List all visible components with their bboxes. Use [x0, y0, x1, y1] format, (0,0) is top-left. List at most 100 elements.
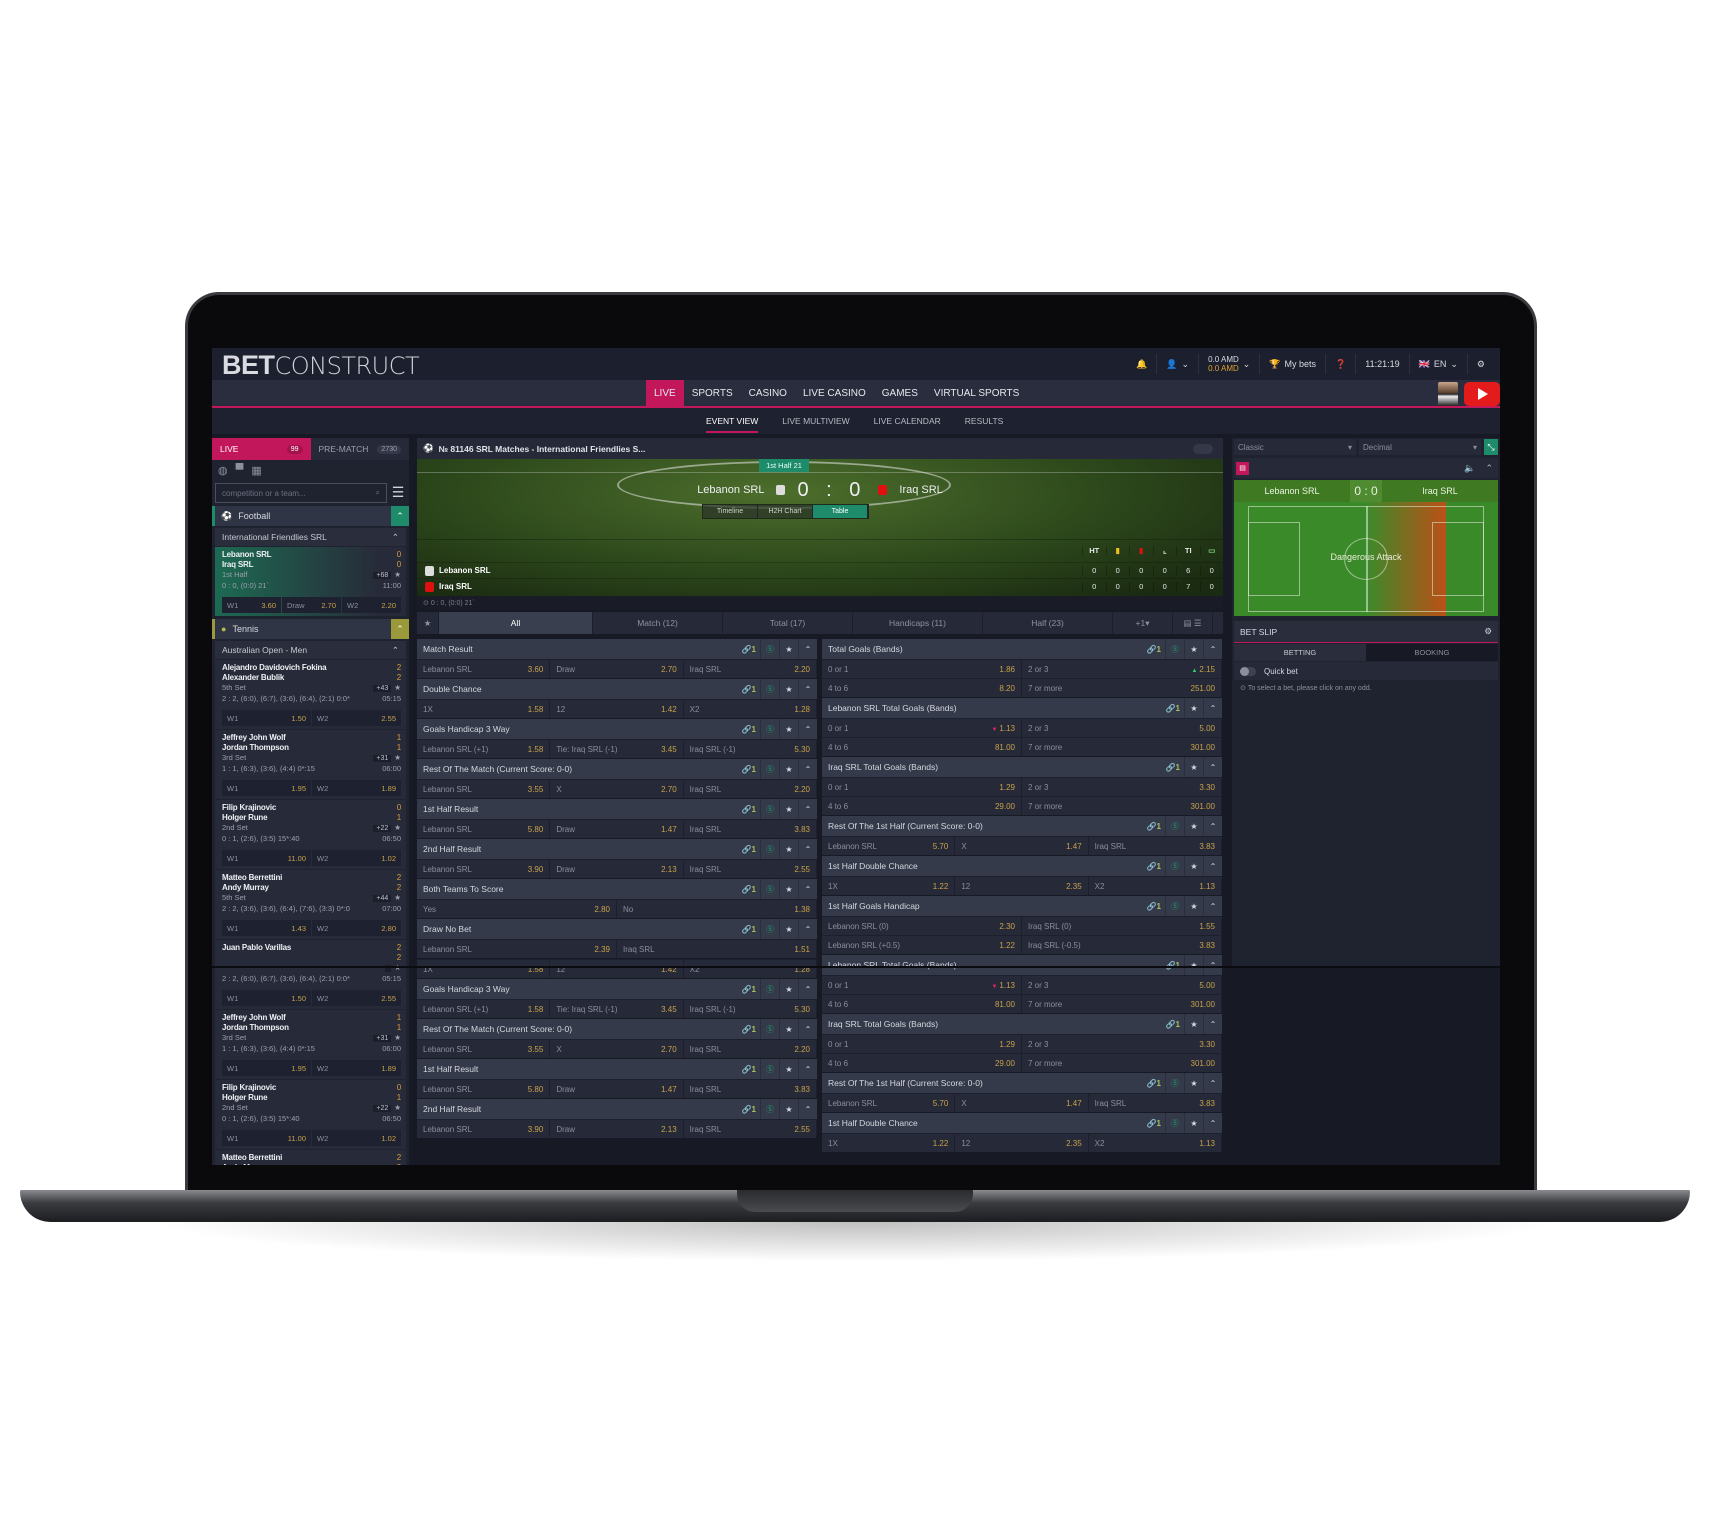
more-markets-badge[interactable]: +22 — [373, 825, 392, 832]
cashout-icon[interactable]: Ⓢ — [760, 919, 779, 939]
odd-button[interactable]: X2 1.28 — [684, 700, 817, 718]
cashout-icon[interactable]: Ⓢ — [760, 679, 779, 699]
more-markets-badge[interactable]: +31 — [373, 1035, 392, 1042]
more-markets-badge[interactable]: +22 — [373, 1105, 392, 1112]
view-select[interactable]: Classic ▾ — [1234, 439, 1356, 455]
star-icon[interactable]: ★ — [779, 1019, 798, 1039]
chevron-up-icon[interactable]: ⌃ — [798, 979, 817, 999]
chevron-up-icon[interactable]: ⌃ — [798, 1059, 817, 1079]
odd-button[interactable]: X2 1.13 — [1089, 1134, 1222, 1152]
odd-button[interactable]: Lebanon SRL 5.80 — [417, 1080, 551, 1098]
link-icon[interactable]: 🔗 1 — [742, 679, 760, 699]
odd-button[interactable]: W1 11.00 — [222, 1130, 311, 1146]
cashout-icon[interactable]: Ⓢ — [760, 1099, 779, 1119]
odd-button[interactable]: Lebanon SRL 5.70 — [822, 837, 956, 855]
odd-button[interactable]: 2 or 3 ▲ 2.15 — [1022, 660, 1222, 678]
star-icon[interactable]: ★ — [779, 759, 798, 779]
odd-button[interactable]: 4 to 6 29.00 — [822, 1054, 1022, 1072]
field-tab[interactable]: H2H Chart — [758, 505, 813, 518]
odd-button[interactable]: Iraq SRL (-1) 5.30 — [684, 1000, 817, 1018]
market-header[interactable]: Rest Of The Match (Current Score: 0-0) 🔗 1… — [417, 759, 817, 779]
odd-button[interactable]: W1 1.50 — [222, 990, 311, 1006]
odd-button[interactable]: 7 or more 301.00 — [1022, 1054, 1222, 1072]
tab-booking[interactable]: BOOKING — [1366, 644, 1498, 661]
chevron-up-icon[interactable]: ⌃ — [1203, 816, 1222, 836]
star-icon[interactable]: ★ — [1184, 1073, 1203, 1093]
chevron-up-icon[interactable]: ⌃ — [391, 619, 409, 639]
collapse-icon[interactable]: ⤡ — [1484, 439, 1498, 455]
star-icon[interactable]: ★ — [779, 919, 798, 939]
star-icon[interactable]: ★ — [1184, 1014, 1203, 1034]
odd-button[interactable]: Iraq SRL (-1) 5.30 — [684, 740, 817, 758]
star-icon[interactable]: ★ — [779, 679, 798, 699]
market-tab[interactable]: Total (17) — [723, 612, 853, 634]
star-icon[interactable]: ★ — [394, 683, 401, 692]
odd-button[interactable]: Draw 1.47 — [550, 1080, 684, 1098]
odd-button[interactable]: X2 1.13 — [1089, 877, 1222, 895]
odd-button[interactable]: 1X 1.22 — [822, 1134, 956, 1152]
more-markets-badge[interactable]: +31 — [373, 755, 392, 762]
chevron-up-icon[interactable]: ⌃ — [1203, 1073, 1222, 1093]
odd-button[interactable]: 4 to 6 8.20 — [822, 679, 1022, 697]
subnav-item[interactable]: EVENT VIEW — [694, 408, 770, 434]
odd-button[interactable]: W2 2.55 — [312, 990, 401, 1006]
odd-button[interactable]: Lebanon SRL 3.90 — [417, 1120, 551, 1138]
odd-button[interactable]: Lebanon SRL (+1) 1.58 — [417, 740, 551, 758]
chevron-up-icon[interactable]: ⌃ — [391, 506, 409, 526]
market-header[interactable]: Iraq SRL Total Goals (Bands) 🔗 1 ★ ⌃ — [822, 757, 1222, 777]
cashout-icon[interactable]: Ⓢ — [1165, 1073, 1184, 1093]
odd-button[interactable]: Iraq SRL 3.83 — [684, 1080, 817, 1098]
match-card[interactable]: Jeffrey John Wolf 1 Jordan Thompson 1 3rd Se… — [215, 1010, 406, 1079]
bell-icon[interactable]: 🔔 — [1127, 354, 1156, 374]
odd-button[interactable]: Iraq SRL 2.20 — [684, 660, 817, 678]
link-icon[interactable]: 🔗 1 — [742, 1099, 760, 1119]
odd-button[interactable]: No 1.38 — [617, 900, 817, 918]
gear-icon[interactable]: ⚙ — [1466, 354, 1494, 374]
match-card[interactable]: Matteo Berrettini2Andy Murray25th Set+44… — [215, 1150, 406, 1165]
cashout-icon[interactable]: Ⓢ — [760, 799, 779, 819]
star-icon[interactable]: ★ — [394, 753, 401, 762]
odd-button[interactable]: Iraq SRL 2.55 — [684, 860, 817, 878]
more-markets-badge[interactable]: +68 — [373, 572, 392, 579]
odd-button[interactable]: Tie: Iraq SRL (-1) 3.45 — [550, 1000, 684, 1018]
link-icon[interactable]: 🔗 1 — [742, 919, 760, 939]
table-icon[interactable]: ▦ — [251, 464, 261, 477]
star-icon[interactable]: ★ — [779, 879, 798, 899]
odd-button[interactable]: X 1.47 — [955, 837, 1089, 855]
cashout-icon[interactable]: Ⓢ — [1165, 896, 1184, 916]
link-icon[interactable]: 🔗 1 — [1166, 698, 1184, 718]
odd-button[interactable]: Iraq SRL (-0.5) 3.83 — [1022, 936, 1222, 954]
link-icon[interactable]: 🔗 1 — [742, 1019, 760, 1039]
match-card[interactable]: Jeffrey John Wolf 1 Jordan Thompson 1 3rd Se… — [215, 730, 406, 799]
cashout-icon[interactable]: Ⓢ — [1165, 1113, 1184, 1133]
link-icon[interactable]: 🔗 1 — [742, 839, 760, 859]
tab-betting[interactable]: BETTING — [1234, 644, 1366, 661]
cashout-icon[interactable]: Ⓢ — [760, 1059, 779, 1079]
odd-button[interactable]: 12 2.35 — [955, 877, 1089, 895]
match-card[interactable]: Juan Pablo Varillas22★2 : 2, (6:0), (6:7… — [215, 940, 406, 1009]
chevron-up-icon[interactable]: ⌃ — [798, 679, 817, 699]
cashout-icon[interactable]: Ⓢ — [1165, 816, 1184, 836]
link-icon[interactable]: 🔗 1 — [742, 719, 760, 739]
link-icon[interactable]: 🔗 1 — [742, 879, 760, 899]
link-icon[interactable]: 🔗 1 — [742, 759, 760, 779]
market-header[interactable]: Iraq SRL Total Goals (Bands) 🔗 1 ★ ⌃ — [822, 1014, 1222, 1034]
cashout-icon[interactable]: Ⓢ — [1165, 856, 1184, 876]
match-card[interactable]: Alejandro Davidovich Fokina 2 Alexander Bu… — [215, 660, 406, 729]
odd-button[interactable]: W2 1.02 — [312, 850, 401, 866]
market-header[interactable]: Lebanon SRL Total Goals (Bands) 🔗 1 ★ ⌃ — [822, 698, 1222, 718]
nav-item[interactable]: GAMES — [874, 380, 926, 406]
market-header[interactable]: Rest Of The Match (Current Score: 0-0) 🔗 1… — [417, 1019, 817, 1039]
odd-button[interactable]: 1X 1.58 — [417, 700, 551, 718]
star-icon[interactable]: ★ — [779, 1099, 798, 1119]
link-icon[interactable]: 🔗 1 — [1147, 896, 1165, 916]
odd-button[interactable]: Draw 1.47 — [550, 820, 684, 838]
odd-button[interactable]: W2 1.89 — [312, 1060, 401, 1076]
cashout-icon[interactable]: Ⓢ — [1165, 639, 1184, 659]
chevron-up-icon[interactable]: ⌃ — [1203, 955, 1222, 975]
odd-button[interactable]: 7 or more 251.00 — [1022, 679, 1222, 697]
odd-button[interactable]: Lebanon SRL 2.39 — [417, 940, 617, 958]
star-icon[interactable]: ★ — [779, 839, 798, 859]
market-header[interactable]: Rest Of The 1st Half (Current Score: 0-0… — [822, 816, 1222, 836]
market-header[interactable]: 2nd Half Result 🔗 1 Ⓢ ★ ⌃ — [417, 1099, 817, 1119]
